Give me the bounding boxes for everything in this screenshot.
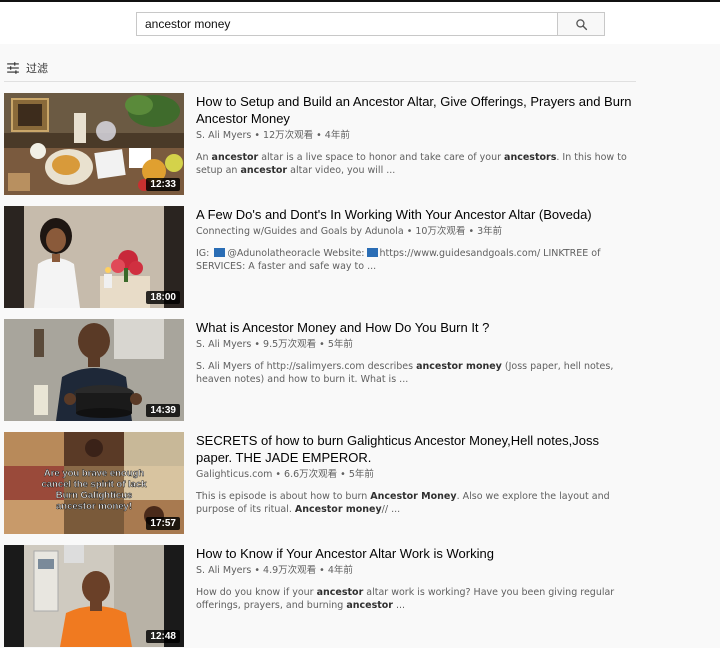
description-text: An — [196, 152, 212, 163]
video-result: 18:00 A Few Do's and Dont's In Working W… — [4, 206, 636, 308]
description-text: S. Ali Myers of http://salimyers.com des… — [196, 361, 417, 372]
video-meta: Connecting w/Guides and Goals by Adunola… — [196, 226, 503, 237]
thumb-text-1: Are you brave enough — [44, 468, 144, 479]
highlight-keyword: ancestors — [504, 152, 557, 163]
channel-name[interactable]: Connecting w/Guides and Goals by Adunola — [196, 226, 404, 237]
video-description: S. Ali Myers of http://salimyers.com des… — [196, 360, 636, 386]
view-count: 9.5万次观看 — [263, 339, 317, 350]
description-text: ... — [392, 600, 406, 611]
video-result: 12:48 How to Know if Your Ancestor Altar… — [4, 545, 636, 647]
upload-age: 4年前 — [327, 565, 353, 576]
video-info: A Few Do's and Dont's In Working With Yo… — [196, 206, 636, 273]
video-thumbnail[interactable]: 12:48 — [4, 545, 184, 647]
video-duration: 12:48 — [146, 630, 180, 643]
highlight-keyword: ancestor — [316, 587, 364, 598]
description-text: How do you know if your — [196, 587, 317, 598]
upload-age: 5年前 — [348, 469, 374, 480]
description-text: // ... — [381, 504, 401, 515]
description-text: altar is a live space to honor and take … — [258, 152, 505, 163]
video-description: How do you know if your ancestor altar w… — [196, 586, 636, 612]
highlight-keyword: ancestor money — [416, 361, 502, 372]
description-text: @Adunolatheoracle Website: — [227, 248, 365, 259]
video-title[interactable]: A Few Do's and Dont's In Working With Yo… — [196, 206, 636, 223]
video-meta: Galighticus.com • 6.6万次观看 • 5年前 — [196, 469, 374, 480]
video-title[interactable]: SECRETS of how to burn Galighticus Ances… — [196, 432, 636, 466]
video-title[interactable]: How to Know if Your Ancestor Altar Work … — [196, 545, 636, 562]
view-count: 4.9万次观看 — [263, 565, 317, 576]
video-result: 14:39 What is Ancestor Money and How Do … — [4, 319, 636, 421]
upload-age: 4年前 — [324, 130, 350, 141]
description-text: IG: — [196, 248, 213, 259]
upload-age: 3年前 — [477, 226, 503, 237]
filter-label: 过滤 — [26, 62, 48, 75]
highlight-keyword: ancestor — [240, 165, 288, 176]
search-input[interactable]: ancestor money — [136, 12, 558, 36]
search-icon — [575, 18, 587, 30]
view-count: 6.6万次观看 — [284, 469, 338, 480]
description-text: altar video, you will ... — [287, 165, 396, 176]
link-icon — [366, 248, 378, 257]
divider — [4, 81, 636, 82]
video-duration: 14:39 — [146, 404, 180, 417]
thumb-text-2: cancel the spirit of lack — [41, 479, 147, 490]
view-count: 10万次观看 — [415, 226, 466, 237]
channel-name[interactable]: S. Ali Myers — [196, 565, 251, 576]
video-meta: S. Ali Myers • 9.5万次观看 • 5年前 — [196, 339, 353, 350]
video-title[interactable]: How to Setup and Build an Ancestor Altar… — [196, 93, 636, 127]
video-thumbnail[interactable]: 18:00 — [4, 206, 184, 308]
video-description: An ancestor altar is a live space to hon… — [196, 151, 636, 177]
thumb-text-4: ancestor money! — [56, 501, 132, 512]
channel-name[interactable]: S. Ali Myers — [196, 339, 251, 350]
description-text: This is episode is about how to burn — [196, 491, 371, 502]
video-thumbnail[interactable]: 14:39 — [4, 319, 184, 421]
video-description: This is episode is about how to burn Anc… — [196, 490, 636, 516]
video-thumbnail[interactable]: Are you brave enough cancel the spirit o… — [4, 432, 184, 534]
thumb-text-3: Burn Galighticus — [56, 490, 133, 501]
video-info: How to Setup and Build an Ancestor Altar… — [196, 93, 636, 177]
video-thumbnail[interactable]: 12:33 — [4, 93, 184, 195]
video-duration: 18:00 — [146, 291, 180, 304]
filter-button[interactable]: 过滤 — [6, 58, 48, 78]
upload-age: 5年前 — [327, 339, 353, 350]
video-info: SECRETS of how to burn Galighticus Ances… — [196, 432, 636, 516]
video-description: IG: @Adunolatheoracle Website: https://ww… — [196, 247, 636, 273]
view-count: 12万次观看 — [263, 130, 314, 141]
highlight-keyword: ancestor — [211, 152, 259, 163]
video-duration: 17:57 — [146, 517, 180, 530]
highlight-keyword: ancestor — [346, 600, 393, 611]
highlight-keyword: Ancestor Money — [370, 491, 457, 502]
search-button[interactable] — [557, 12, 605, 36]
video-title[interactable]: What is Ancestor Money and How Do You Bu… — [196, 319, 636, 336]
channel-name[interactable]: Galighticus.com — [196, 469, 272, 480]
video-info: What is Ancestor Money and How Do You Bu… — [196, 319, 636, 386]
top-bar: ancestor money — [0, 0, 720, 44]
video-duration: 12:33 — [146, 178, 180, 191]
filter-icon — [7, 62, 19, 74]
video-result: 12:33 How to Setup and Build an Ancestor… — [4, 93, 636, 195]
video-meta: S. Ali Myers • 4.9万次观看 • 4年前 — [196, 565, 353, 576]
link-icon — [214, 248, 226, 257]
video-result: Are you brave enough cancel the spirit o… — [4, 432, 636, 534]
video-info: How to Know if Your Ancestor Altar Work … — [196, 545, 636, 612]
video-meta: S. Ali Myers • 12万次观看 • 4年前 — [196, 130, 350, 141]
highlight-keyword: Ancestor money — [294, 504, 382, 515]
channel-name[interactable]: S. Ali Myers — [196, 130, 251, 141]
